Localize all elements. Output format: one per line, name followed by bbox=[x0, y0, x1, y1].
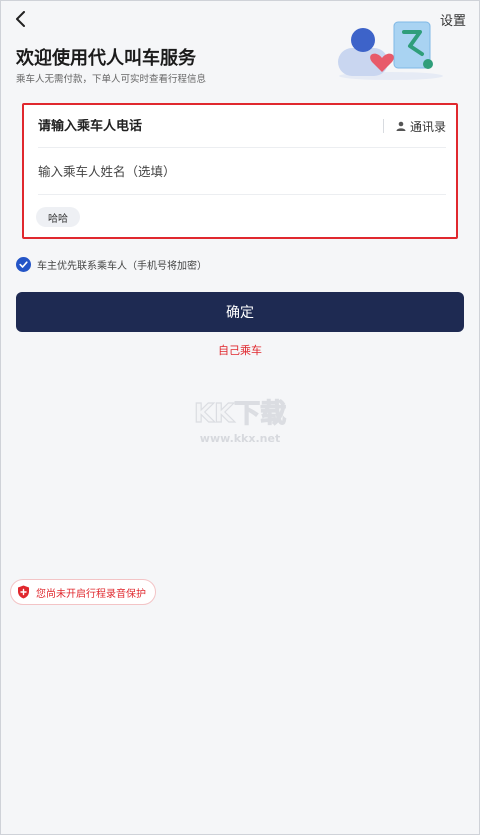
page-subtitle: 乘车人无需付款，下单人可实时查看行程信息 bbox=[16, 74, 207, 85]
watermark-logo: KK下载 bbox=[194, 399, 286, 429]
self-ride-link[interactable]: 自己乘车 bbox=[0, 342, 480, 358]
contacts-label: 通讯录 bbox=[409, 119, 446, 134]
page-title: 欢迎使用代人叫车服务 bbox=[16, 48, 196, 69]
back-button[interactable] bbox=[10, 8, 32, 30]
person-icon bbox=[396, 121, 406, 131]
consent-text: 车主优先联系乘车人（手机号将加密） bbox=[37, 261, 207, 272]
recent-passenger-chip[interactable]: 哈哈 bbox=[36, 207, 80, 227]
divider bbox=[382, 119, 384, 133]
passenger-phone-input[interactable] bbox=[38, 118, 383, 134]
check-icon bbox=[19, 261, 28, 268]
passenger-name-input[interactable] bbox=[38, 164, 446, 179]
passenger-form-card: 通讯录 哈哈 bbox=[22, 103, 458, 239]
consent-checkbox[interactable] bbox=[16, 257, 31, 272]
contact-consent[interactable]: 车主优先联系乘车人（手机号将加密） bbox=[16, 257, 207, 272]
confirm-button[interactable]: 确定 bbox=[16, 292, 464, 332]
watermark-url: www.kkx.net bbox=[200, 432, 280, 445]
site-watermark: KK下载 www.kkx.net bbox=[193, 398, 286, 445]
contacts-button[interactable]: 通讯录 bbox=[396, 118, 446, 135]
chevron-left-icon bbox=[16, 11, 25, 27]
hero-illustration bbox=[338, 21, 443, 80]
recording-protection-notice[interactable]: 您尚未开启行程录音保护 bbox=[10, 579, 156, 605]
phone-row: 通讯录 bbox=[38, 105, 446, 148]
recording-notice-text: 您尚未开启行程录音保护 bbox=[36, 588, 146, 600]
shield-icon bbox=[18, 585, 29, 599]
name-row bbox=[38, 149, 446, 195]
